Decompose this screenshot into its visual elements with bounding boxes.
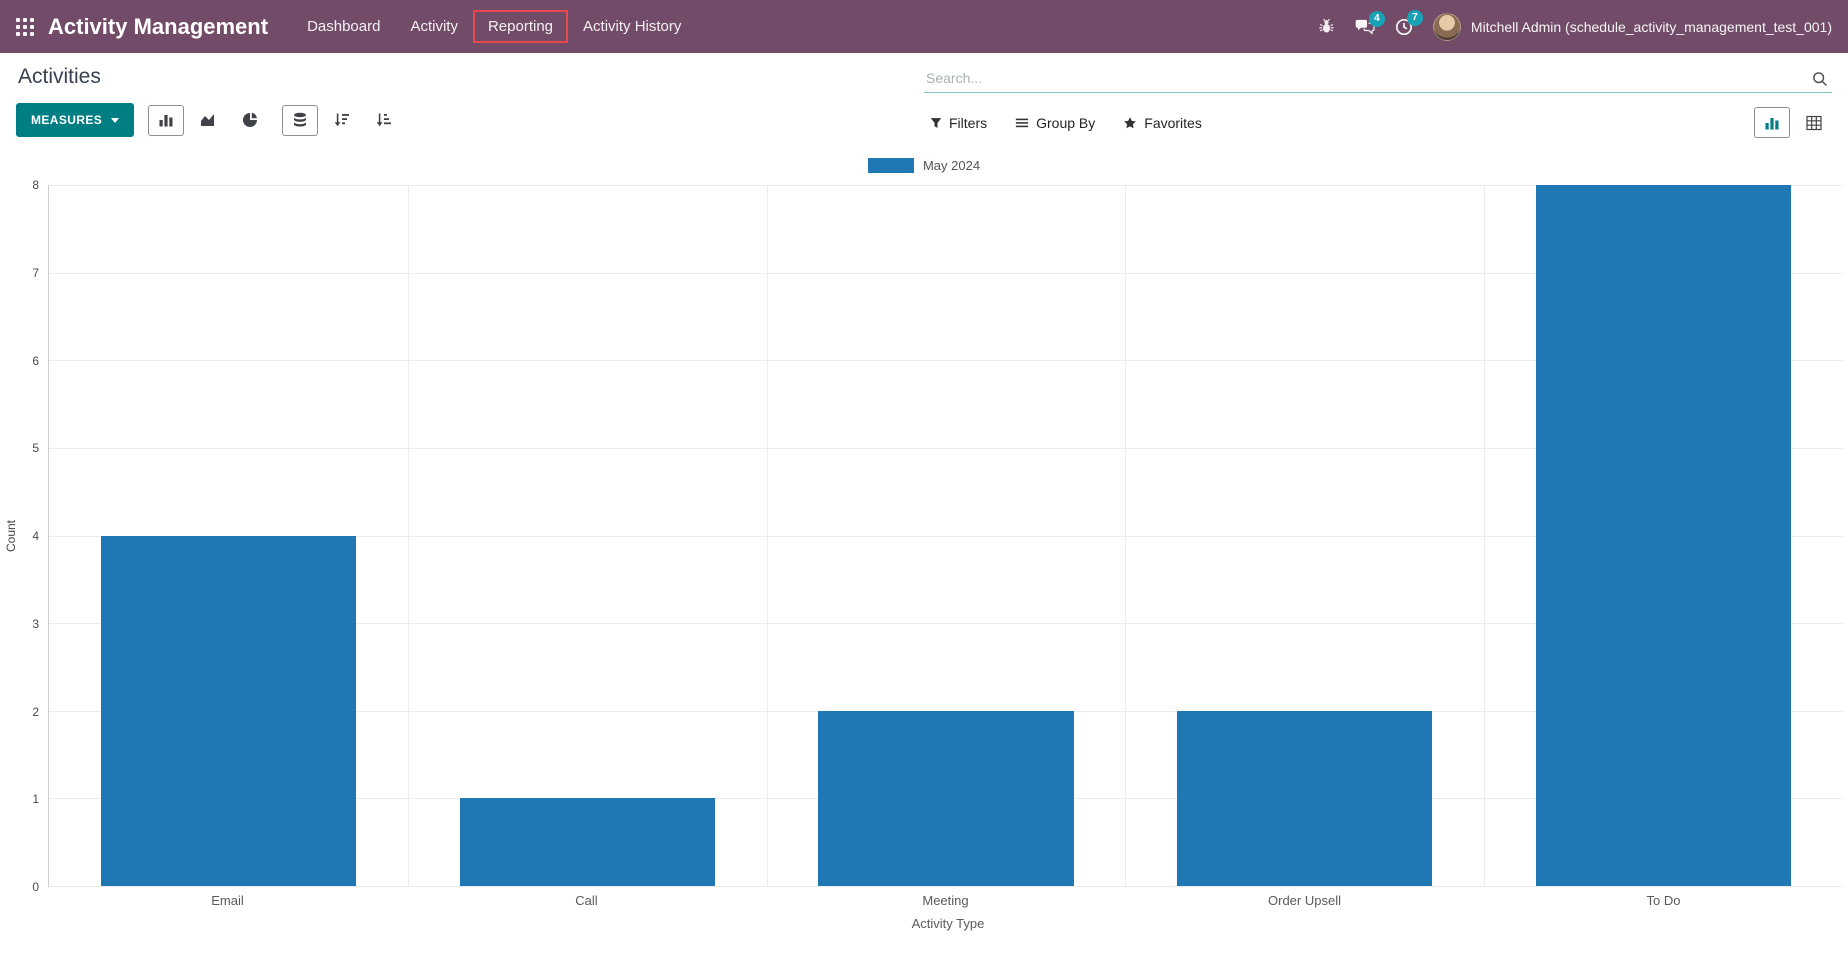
bar-email[interactable] [101,536,356,887]
chart-type-group [148,105,268,136]
user-name[interactable]: Mitchell Admin (schedule_activity_manage… [1471,19,1832,35]
area-chart-icon[interactable] [190,105,226,136]
bar-call[interactable] [460,798,715,886]
x-tick-label: To Do [1484,893,1843,908]
sort-ascending-icon[interactable] [366,105,402,136]
top-menu: DashboardActivityReportingActivity Histo… [292,10,696,43]
x-axis-title: Activity Type [48,916,1848,931]
bar-to-do[interactable] [1536,185,1791,886]
x-tick-label: Call [407,893,766,908]
menu-item-dashboard[interactable]: Dashboard [292,10,395,43]
favorites-label: Favorites [1144,115,1202,131]
y-tick-label: 0 [32,880,39,894]
x-tick-label: Meeting [766,893,1125,908]
measures-button[interactable]: MEASURES [16,103,134,137]
measures-label: MEASURES [31,113,102,127]
filters-label: Filters [949,115,987,131]
y-tick-label: 7 [32,266,39,280]
x-axis-labels: EmailCallMeetingOrder UpsellTo Do [48,893,1843,908]
control-panel: Activities MEASURES [0,53,1848,146]
y-tick-label: 5 [32,441,39,455]
y-axis-label: Count [4,520,18,552]
group-by-label: Group By [1036,115,1095,131]
view-bar-chart-icon[interactable] [1754,107,1790,138]
messages-badge: 4 [1369,11,1385,27]
bar-order-upsell[interactable] [1177,711,1432,886]
pie-chart-icon[interactable] [232,105,268,136]
y-tick-label: 6 [32,354,39,368]
group-by-button[interactable]: Group By [1015,115,1095,131]
messages-icon[interactable]: 4 [1355,19,1375,35]
view-pivot-icon[interactable] [1796,107,1832,138]
navbar-systray: 4 7 Mitchell Admin (schedule_activity_ma… [1318,13,1832,41]
search-input[interactable] [924,65,1804,91]
x-tick-label: Email [48,893,407,908]
top-navbar: Activity Management DashboardActivityRep… [0,0,1848,53]
filters-button[interactable]: Filters [930,115,987,131]
view-switcher [1754,107,1832,138]
y-tick-label: 2 [32,705,39,719]
bar-chart-icon[interactable] [148,105,184,136]
y-tick-label: 8 [32,178,39,192]
search-options: Filters Group By Favorites [924,115,1202,131]
stacked-icon[interactable] [282,105,318,136]
group-by-icon [1015,116,1029,130]
apps-grid-icon[interactable] [16,18,34,36]
x-tick-label: Order Upsell [1125,893,1484,908]
activities-clock-icon[interactable]: 7 [1395,18,1413,36]
avatar[interactable] [1433,13,1461,41]
page-title: Activities [18,65,924,89]
y-tick-label: 1 [32,792,39,806]
plot-wrap: 012345678 [48,185,1843,887]
y-tick-label: 3 [32,617,39,631]
chart: Count 012345678 EmailCallMeetingOrder Up… [0,185,1848,931]
filter-funnel-icon [930,117,942,129]
legend-swatch[interactable] [868,158,914,173]
search-icon[interactable] [1812,71,1828,92]
app-title[interactable]: Activity Management [48,14,268,40]
sort-descending-icon[interactable] [324,105,360,136]
menu-item-reporting[interactable]: Reporting [473,10,568,43]
menu-item-activity-history[interactable]: Activity History [568,10,696,43]
search-box [924,65,1832,93]
y-tick-label: 4 [32,529,39,543]
bug-icon[interactable] [1318,18,1335,35]
bar-meeting[interactable] [818,711,1073,886]
activities-badge: 7 [1407,10,1423,26]
chevron-down-icon [111,118,119,123]
favorites-star-icon [1123,116,1137,130]
menu-item-activity[interactable]: Activity [395,10,473,43]
plot-area [48,185,1843,887]
favorites-button[interactable]: Favorites [1123,115,1202,131]
chart-legend: May 2024 [0,158,1848,173]
legend-label[interactable]: May 2024 [923,158,980,173]
chart-option-group [282,105,402,136]
